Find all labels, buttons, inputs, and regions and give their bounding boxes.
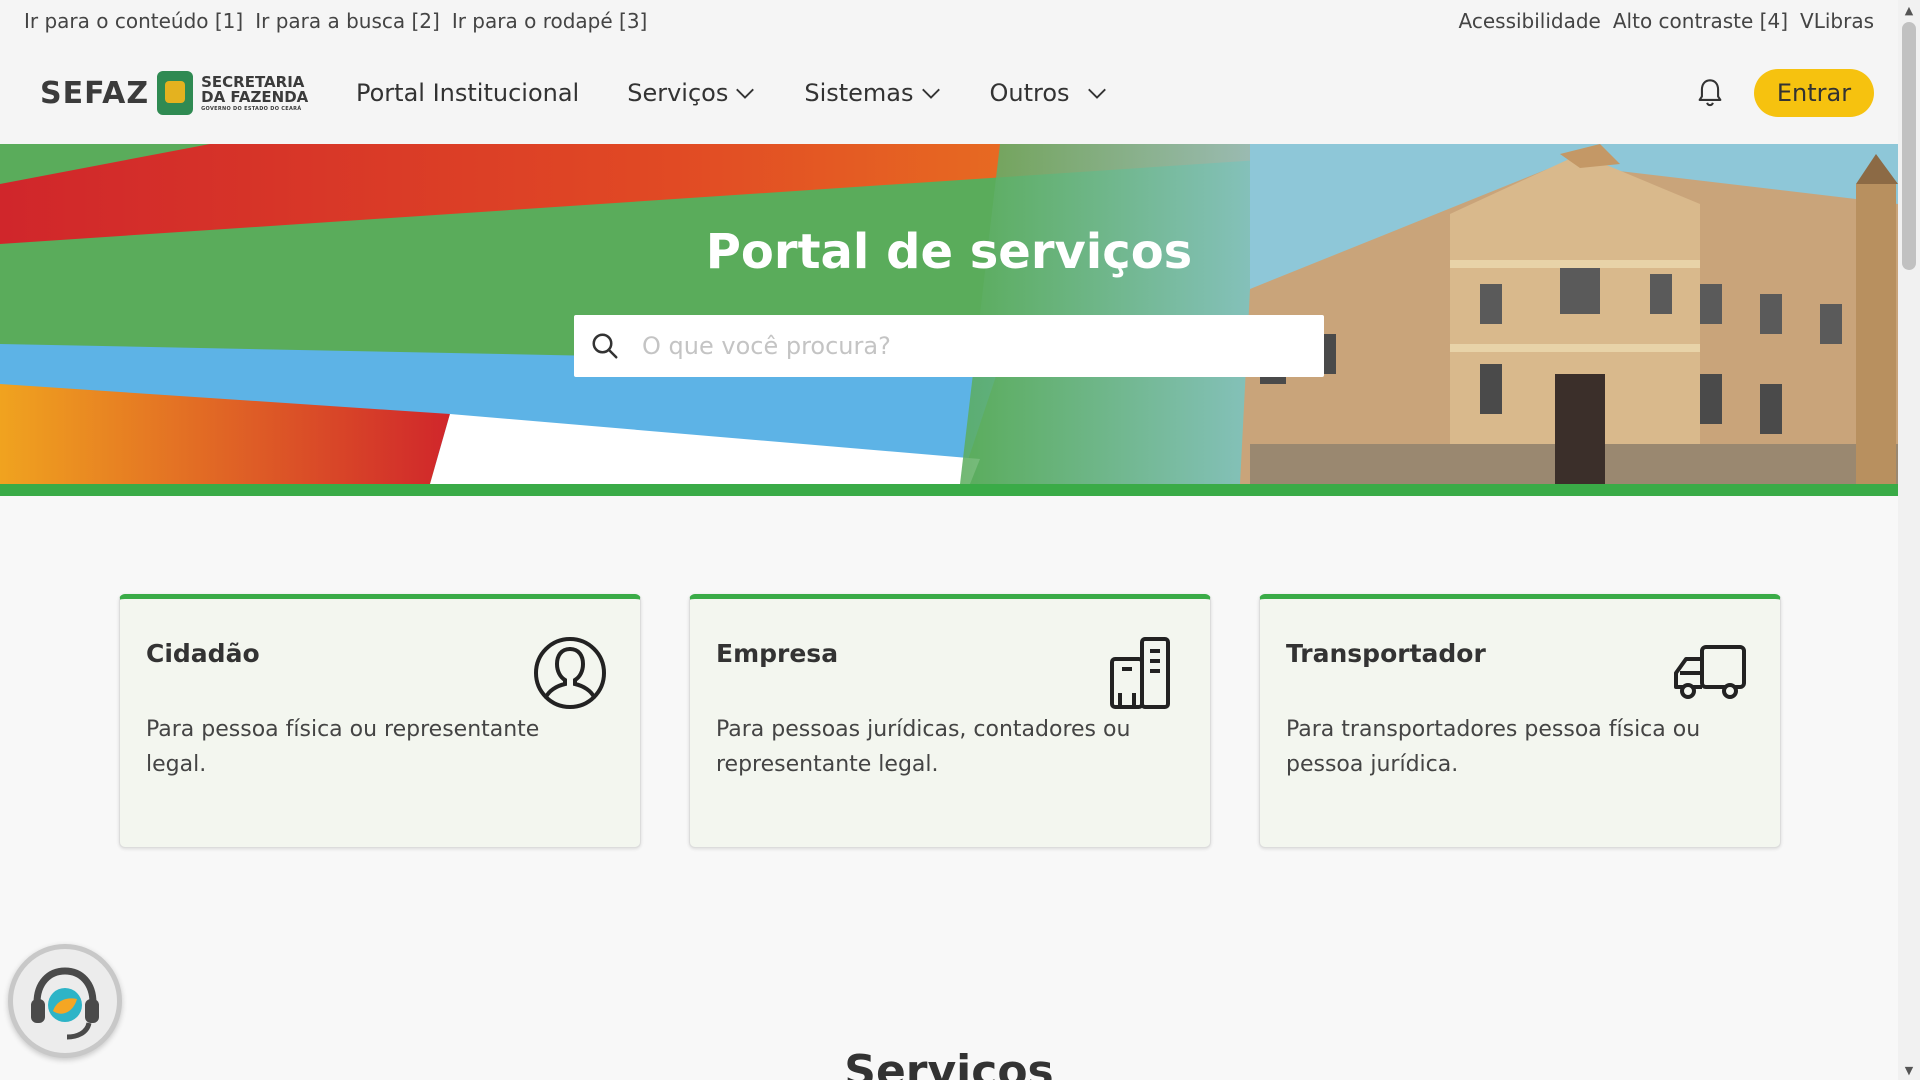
skip-to-footer-link[interactable]: Ir para o rodapé [3] bbox=[452, 9, 648, 33]
search-icon bbox=[592, 333, 618, 359]
scrollbar-thumb[interactable] bbox=[1902, 22, 1916, 270]
page-title: Portal de serviços bbox=[705, 224, 1193, 280]
header-actions: Entrar bbox=[1696, 69, 1874, 117]
main-nav: Portal Institucional Serviços Sistemas O… bbox=[356, 79, 1156, 107]
nav-servicos[interactable]: Serviços bbox=[627, 79, 756, 107]
scroll-down-arrow-icon[interactable]: ▼ bbox=[1898, 1060, 1920, 1080]
card-cidadao[interactable]: Cidadão Para pessoa física ou representa… bbox=[119, 594, 641, 848]
buildings-icon bbox=[1110, 637, 1170, 709]
nav-sistemas-label: Sistemas bbox=[804, 79, 914, 107]
hero-background-art bbox=[0, 144, 1898, 484]
site-header: SEFAZ SECRETARIA DA FAZENDA GOVERNO DO E… bbox=[0, 42, 1898, 144]
chevron-down-icon bbox=[736, 88, 755, 99]
services-heading: Serviços bbox=[844, 1046, 1054, 1080]
headset-icon bbox=[31, 967, 99, 1040]
logo-sefaz-text: SEFAZ bbox=[40, 75, 150, 111]
skip-links-bar: Ir para o conteúdo [1] Ir para a busca [… bbox=[0, 0, 1898, 42]
nav-outros[interactable]: Outros bbox=[990, 79, 1108, 107]
chevron-down-icon bbox=[1087, 88, 1106, 99]
vlibras-link[interactable]: VLibras bbox=[1800, 9, 1874, 33]
nav-portal-label: Portal Institucional bbox=[356, 79, 580, 107]
high-contrast-link[interactable]: Alto contraste [4] bbox=[1613, 9, 1788, 33]
card-description: Para pessoa física ou representante lega… bbox=[146, 717, 540, 777]
logo-line-3: GOVERNO DO ESTADO DO CEARÁ bbox=[201, 105, 302, 112]
hero-bottom-divider bbox=[0, 484, 1898, 496]
bell-icon[interactable] bbox=[1696, 78, 1724, 108]
nav-sistemas[interactable]: Sistemas bbox=[804, 79, 941, 107]
skip-to-content-link[interactable]: Ir para o conteúdo [1] bbox=[24, 9, 243, 33]
card-transportador[interactable]: Transportador Para transportadores pesso… bbox=[1259, 594, 1781, 848]
logo-line-2: DA FAZENDA bbox=[201, 87, 309, 106]
search-input[interactable] bbox=[642, 332, 1302, 360]
support-chat-button[interactable] bbox=[8, 944, 122, 1058]
page-scrollbar[interactable]: ▲ ▼ bbox=[1898, 0, 1920, 1080]
skip-to-search-link[interactable]: Ir para a busca [2] bbox=[255, 9, 440, 33]
accessibility-link[interactable]: Acessibilidade bbox=[1459, 9, 1601, 33]
sefaz-logo[interactable]: SEFAZ SECRETARIA DA FAZENDA GOVERNO DO E… bbox=[40, 71, 310, 115]
search-box bbox=[574, 315, 1324, 377]
nav-portal-institucional[interactable]: Portal Institucional bbox=[356, 79, 579, 107]
scroll-up-arrow-icon[interactable]: ▲ bbox=[1898, 0, 1920, 20]
nav-outros-label: Outros bbox=[989, 79, 1070, 107]
nav-servicos-label: Serviços bbox=[627, 79, 729, 107]
chevron-down-icon bbox=[921, 88, 940, 99]
state-seal-icon bbox=[157, 71, 194, 115]
card-description: Para pessoas jurídicas, contadores ou re… bbox=[716, 717, 1131, 777]
card-empresa[interactable]: Empresa Para pessoas jurídicas, contador… bbox=[689, 594, 1211, 848]
user-circle-icon bbox=[534, 637, 606, 709]
login-button[interactable]: Entrar bbox=[1754, 69, 1874, 117]
hero-banner: Portal de serviços bbox=[0, 144, 1898, 484]
truck-icon bbox=[1674, 645, 1746, 699]
card-description: Para transportadores pessoa física ou pe… bbox=[1286, 717, 1701, 777]
logo-secretaria-text: SECRETARIA DA FAZENDA GOVERNO DO ESTADO … bbox=[201, 74, 309, 112]
